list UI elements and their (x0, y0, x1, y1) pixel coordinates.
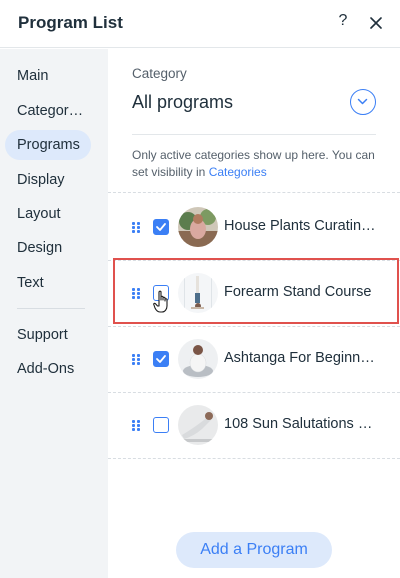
add-program-button[interactable]: Add a Program (176, 532, 332, 568)
drag-handle-icon[interactable] (132, 222, 140, 233)
sidebar-item-design[interactable]: Design (5, 233, 91, 263)
program-thumbnail (178, 207, 218, 247)
program-row-sun-salutations[interactable]: 108 Sun Salutations C… (108, 392, 400, 458)
program-name: 108 Sun Salutations C… (224, 416, 378, 432)
program-row-ashtanga[interactable]: Ashtanga For Beginners (108, 326, 400, 392)
sidebar-item-add-ons[interactable]: Add-Ons (5, 354, 91, 384)
sidebar-item-programs[interactable]: Programs (5, 130, 91, 160)
sidebar-item-layout[interactable]: Layout (5, 199, 91, 229)
checkmark-icon (156, 355, 166, 363)
chevron-down-icon (357, 98, 368, 105)
program-thumbnail (178, 339, 218, 379)
sidebar-item-categories[interactable]: Categor… (5, 96, 91, 126)
help-button[interactable]: ? (334, 12, 352, 34)
category-label: Category (132, 66, 187, 81)
sidebar-item-display[interactable]: Display (5, 165, 91, 195)
categories-link[interactable]: Categories (209, 165, 267, 179)
panel-header: Program List ? (0, 0, 400, 48)
checkmark-icon (156, 223, 166, 231)
list-divider (108, 458, 400, 459)
sidebar-item-main[interactable]: Main (5, 61, 91, 91)
sidebar-item-label: Layout (17, 206, 61, 222)
drag-handle-icon[interactable] (132, 354, 140, 365)
sidebar-item-label: Add-Ons (17, 361, 75, 377)
category-dropdown-button[interactable] (350, 89, 376, 115)
program-thumbnail (178, 273, 218, 313)
drag-handle-icon[interactable] (132, 420, 140, 431)
program-checkbox[interactable] (153, 351, 169, 367)
main-content: Category All programs Only active catego… (108, 49, 400, 578)
sidebar-item-label: Programs (17, 137, 80, 153)
program-checkbox[interactable] (153, 285, 169, 301)
program-name: Forearm Stand Course (224, 284, 372, 300)
close-icon (370, 17, 382, 29)
program-row-house-plants[interactable]: House Plants Curating… (108, 194, 400, 260)
sidebar-item-label: Support (17, 327, 68, 343)
program-checkbox[interactable] (153, 219, 169, 235)
program-row-forearm-stand[interactable]: Forearm Stand Course (108, 260, 400, 326)
category-value[interactable]: All programs (132, 92, 233, 113)
drag-handle-icon[interactable] (132, 288, 140, 299)
program-name: House Plants Curating… (224, 218, 378, 234)
program-list-panel: Program List ? Main Categor… Programs Di… (0, 0, 400, 578)
program-name: Ashtanga For Beginners (224, 350, 378, 366)
sidebar-item-label: Main (17, 68, 49, 84)
close-button[interactable] (366, 13, 386, 33)
sidebar-item-text[interactable]: Text (5, 268, 91, 298)
sidebar-item-support[interactable]: Support (5, 320, 91, 350)
category-info: Only active categories show up here. You… (132, 147, 382, 181)
sidebar-item-label: Design (17, 240, 63, 256)
sidebar: Main Categor… Programs Display Layout De… (0, 49, 108, 578)
sidebar-item-label: Display (17, 172, 65, 188)
sidebar-divider (17, 308, 85, 309)
program-thumbnail (178, 405, 218, 445)
panel-title: Program List (18, 13, 123, 32)
list-divider (108, 192, 400, 193)
sidebar-item-label: Text (17, 275, 44, 291)
category-divider (132, 134, 376, 135)
sidebar-item-label: Categor… (17, 103, 84, 119)
program-checkbox[interactable] (153, 417, 169, 433)
